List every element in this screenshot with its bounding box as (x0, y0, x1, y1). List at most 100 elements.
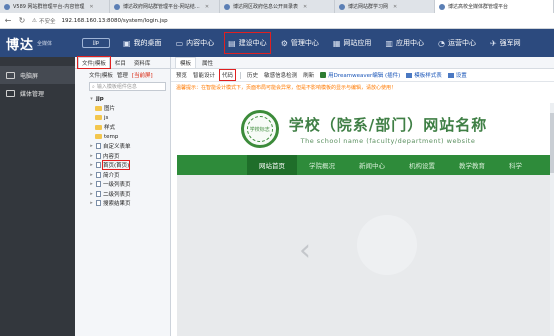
nav-label: 建设中心 (238, 39, 267, 47)
tab-columns[interactable]: 栏目 (112, 58, 129, 68)
browser-tab[interactable]: 博达网区政府信息公开目录表 ✕ (220, 0, 335, 13)
tree-item-label: 内容页 (103, 153, 120, 160)
sensitive-check-button[interactable]: 敏感信息检测 (264, 71, 297, 79)
apps-icon: ▦ (332, 38, 341, 48)
nav-label: 应用中心 (395, 39, 424, 47)
tree-item[interactable]: ▸ 一级列表页 (89, 180, 170, 190)
tree-search-input[interactable]: ⌕ 输入模板组件信息 (89, 82, 166, 91)
chevron-right-icon[interactable]: ▸ (89, 191, 94, 197)
settings-button[interactable]: 设置 (447, 71, 467, 79)
tree-item[interactable]: ▸ 搜索结果页 (89, 199, 170, 209)
tab-properties[interactable]: 属性 (198, 58, 217, 68)
nav-item-ops-center[interactable]: ◔ 运营中心 (431, 29, 483, 57)
refresh-button[interactable]: 刷新 (303, 71, 314, 79)
chevron-left-icon[interactable]: ‹ (295, 230, 315, 270)
manage-link[interactable]: 管理 (117, 71, 128, 79)
tab-template[interactable]: 模板 (175, 57, 197, 68)
chevron-right-icon[interactable]: ▸ (89, 162, 94, 168)
nav-item-app-center[interactable]: ▥ 应用中心 (378, 29, 431, 57)
chevron-right-icon[interactable]: ▸ (89, 143, 94, 149)
tree-root[interactable]: ▾ jjp (89, 94, 170, 104)
dreamweaver-label: 用Dreamweaver编辑 (插件) (328, 73, 401, 79)
tree-root-label: jjp (96, 95, 104, 102)
nav-label: 运营中心 (447, 39, 476, 47)
reload-icon[interactable]: ↻ (18, 16, 26, 25)
brand-icon: ✈ (489, 38, 497, 48)
preview-nav-item[interactable]: 科学 (497, 155, 534, 175)
close-icon[interactable]: ✕ (303, 4, 307, 10)
browser-tab[interactable]: 博达网站群学习网 ✕ (335, 0, 435, 13)
app-logo[interactable]: 博达 全媒体 (0, 29, 76, 57)
stylesheet-icon (406, 72, 413, 78)
chevron-right-icon[interactable]: ▸ (89, 153, 94, 159)
app-center-icon: ▥ (385, 38, 393, 48)
sidebar-item-media[interactable]: 媒体管理 (0, 84, 75, 102)
preview-site-header: 学校标志 学校（院系/部门）网站名称 The school name (facu… (177, 103, 551, 155)
preview-nav-item[interactable]: 学院概况 (297, 155, 347, 175)
tab-files-templates[interactable]: 文件|模板 (77, 56, 111, 69)
url-field[interactable]: 192.168.160.13:8080/system/login.jsp (61, 18, 167, 24)
template-preview-canvas[interactable]: 学校标志 学校（院系/部门）网站名称 The school name (facu… (177, 103, 551, 336)
nav-item-desktop[interactable]: ▣ 我的桌面 (116, 29, 169, 57)
back-arrow-icon[interactable]: ← (4, 16, 12, 25)
page-icon (96, 143, 101, 150)
sidebar-item-pc-screen[interactable]: 电脑屏 (0, 66, 75, 84)
tree-item[interactable]: ▸ 自定义表单 (89, 142, 170, 152)
chevron-right-icon[interactable]: ▸ (89, 181, 94, 187)
design-mode-warning: 温馨提示：在智能设计模式下，页面布局可能会异常，但是不影响模板的显示与编辑，请放… (176, 84, 397, 91)
school-seal-logo: 学校标志 (240, 110, 279, 148)
page-icon (96, 190, 101, 197)
browser-tab[interactable]: 博达政府网站群管理平台-网站结… ✕ (110, 0, 220, 13)
dreamweaver-button[interactable]: 用Dreamweaver编辑 (插件) (320, 71, 400, 79)
nav-item-management-center[interactable]: ⚙ 管理中心 (274, 29, 326, 57)
tree-item[interactable]: ▸ 简介页 (89, 170, 170, 180)
site-badge[interactable]: jjp (82, 38, 110, 48)
files-templates-link[interactable]: 文件|模板 (89, 71, 113, 79)
close-icon[interactable]: ✕ (89, 4, 93, 10)
preview-nav-item[interactable]: 教学教育 (447, 155, 497, 175)
preview-nav-item[interactable]: 机构设置 (397, 155, 447, 175)
tree-item[interactable]: temp (89, 132, 170, 142)
visual-design-button[interactable]: 智能设计 (193, 71, 215, 79)
tree-item[interactable]: 图片 (89, 104, 170, 114)
file-tree-panel: 文件|模板 栏目 资料库 文件|模板 管理 [当前屏] ⌕ 输入模板组件信息 ▾… (75, 56, 171, 336)
code-button[interactable]: 代码 (219, 69, 237, 81)
preview-nav-item[interactable]: 新闻中心 (347, 155, 397, 175)
tree-item-label: 搜索结果页 (103, 201, 131, 208)
close-icon[interactable]: ✕ (205, 4, 209, 10)
folder-icon (95, 115, 102, 121)
favicon-icon (339, 3, 345, 10)
preview-nav-item[interactable]: 网站首页 (247, 155, 297, 175)
expand-icon[interactable]: ▾ (89, 96, 94, 102)
chevron-right-icon[interactable]: ▸ (89, 172, 94, 178)
tree-item-selected[interactable]: ▸ 首页(首页) (89, 160, 170, 171)
banner-placeholder (357, 215, 417, 275)
nav-label: 网站应用 (343, 39, 372, 47)
tab-library[interactable]: 资料库 (131, 58, 154, 68)
nav-item-build-center[interactable]: ▤ 建设中心 (221, 29, 274, 57)
browser-tab-active[interactable]: 博达高校全媒体群管理平台 (435, 0, 554, 13)
browser-tab-title: 博达网站群学习网 (348, 4, 389, 10)
close-icon[interactable]: ✕ (393, 4, 397, 10)
nav-label: 强军网 (499, 39, 521, 47)
tree-item[interactable]: 样式 (89, 123, 170, 133)
history-button[interactable]: 历史 (247, 71, 258, 79)
template-style-button[interactable]: 模板样式表 (406, 71, 442, 79)
security-label: 不安全 (38, 18, 56, 25)
tree-item[interactable]: ▸ 内容页 (89, 151, 170, 161)
nav-item-content-center[interactable]: ▭ 内容中心 (169, 29, 222, 57)
nav-item-brand[interactable]: ✈ 强军网 (483, 29, 528, 57)
browser-tab[interactable]: V589 网站群管理平台-内容管理 ✕ (0, 0, 110, 13)
tree-item[interactable]: ▸ 二级列表页 (89, 189, 170, 199)
brand-subtitle: 全媒体 (37, 40, 53, 47)
editor-tabs: 模板 属性 (171, 57, 554, 69)
tree-item-label: 图片 (104, 106, 116, 113)
chevron-right-icon[interactable]: ▸ (89, 200, 94, 206)
nav-item-site-apps[interactable]: ▦ 网站应用 (326, 29, 379, 57)
preview-scrollbar[interactable] (550, 103, 554, 336)
favicon-icon (114, 3, 120, 10)
tree-item[interactable]: js (89, 113, 170, 123)
security-indicator[interactable]: ⚠ 不安全 (32, 17, 55, 25)
preview-button[interactable]: 预览 (176, 71, 187, 79)
scrollbar-thumb[interactable] (550, 113, 554, 173)
